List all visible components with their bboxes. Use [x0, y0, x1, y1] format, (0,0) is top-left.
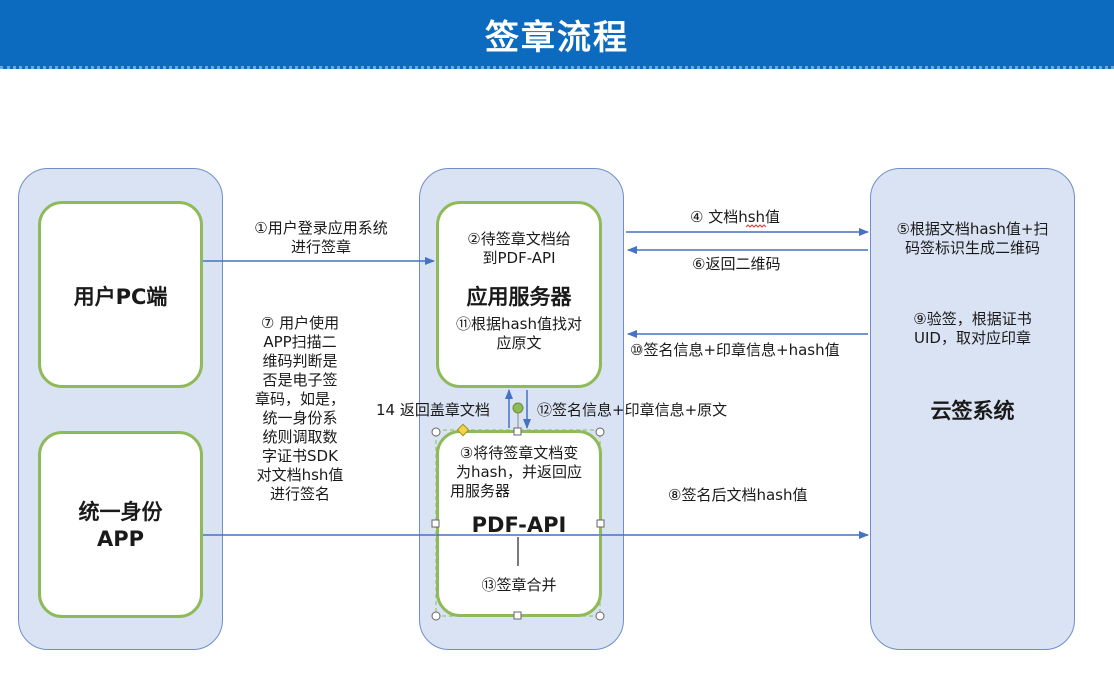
- step-2-line1: ②待签章文档给: [467, 230, 571, 248]
- step-1-line2: 进行签章: [290, 238, 351, 256]
- page-title: 签章流程: [485, 18, 629, 58]
- step-3-line2: 为hash，并返回应: [455, 463, 583, 481]
- step-6: ⑥返回二维码: [692, 255, 781, 273]
- step-7-line: 维码判断是: [262, 352, 338, 370]
- step-11-line1: ⑪根据hash值找对: [455, 315, 583, 333]
- step-7-line: 统则调取数: [262, 428, 338, 446]
- step-3-line1: ③将待签章文档变: [459, 444, 579, 462]
- step-7-line: 对文档hsh值: [256, 466, 344, 484]
- cloud-sign-label: 云签系统: [930, 399, 1015, 423]
- identity-app-label-line2: APP: [96, 527, 145, 551]
- step-14: 14 返回盖章文档: [376, 401, 490, 419]
- app-server-box: ②待签章文档给 到PDF-API 应用服务器 ⑪根据hash值找对 应原文: [436, 201, 602, 388]
- identity-app-label-line1: 统一身份: [78, 500, 163, 524]
- step-9-line2: UID，取对应印章: [914, 329, 1031, 347]
- header-bar: 签章流程: [0, 0, 1114, 69]
- step-13: ⑬签章合并: [481, 576, 557, 594]
- user-pc-label: 用户PC端: [73, 285, 168, 309]
- step-7-line: 章码，如是，: [254, 390, 345, 408]
- step-7-line: 否是电子签: [262, 371, 338, 389]
- step-8: ⑧签名后文档hash值: [668, 486, 808, 504]
- step-10: ⑩签名信息+印章信息+hash值: [630, 341, 840, 359]
- pdf-api-label: PDF-API: [471, 513, 567, 537]
- step-5-line1: ⑤根据文档hash值+扫: [896, 220, 1049, 238]
- step-2-line2: 到PDF-API: [482, 249, 556, 267]
- step-7-block: ⑦ 用户使用 APP扫描二 维码判断是 否是电子签 章码，如是， 统一身份系 统…: [240, 314, 360, 504]
- step-7-line: 字证书SDK: [262, 447, 338, 465]
- step-7-line: 进行签名: [269, 485, 330, 503]
- step-7-line: 统一身份系: [262, 409, 338, 427]
- step-7-line: APP扫描二: [263, 333, 337, 351]
- step-11-line2: 应原文: [496, 334, 542, 352]
- identity-app-box: 统一身份 APP: [38, 431, 203, 618]
- step-9-line1: ⑨验签，根据证书: [913, 310, 1032, 328]
- step-3-line3: 用服务器: [450, 482, 511, 500]
- step-5-line2: 码签标识生成二维码: [904, 239, 1040, 257]
- pdf-api-box: ③将待签章文档变 为hash，并返回应 用服务器 PDF-API ⑬签章合并: [436, 430, 602, 617]
- user-pc-box: 用户PC端: [38, 201, 203, 388]
- step-7-line: ⑦ 用户使用: [260, 314, 340, 332]
- step-4: ④ 文档hsh值: [690, 208, 781, 226]
- app-server-label: 应用服务器: [466, 285, 572, 309]
- step-1-line1: ①用户登录应用系统: [254, 219, 388, 237]
- step-12: ⑫签名信息+印章信息+原文: [537, 401, 728, 419]
